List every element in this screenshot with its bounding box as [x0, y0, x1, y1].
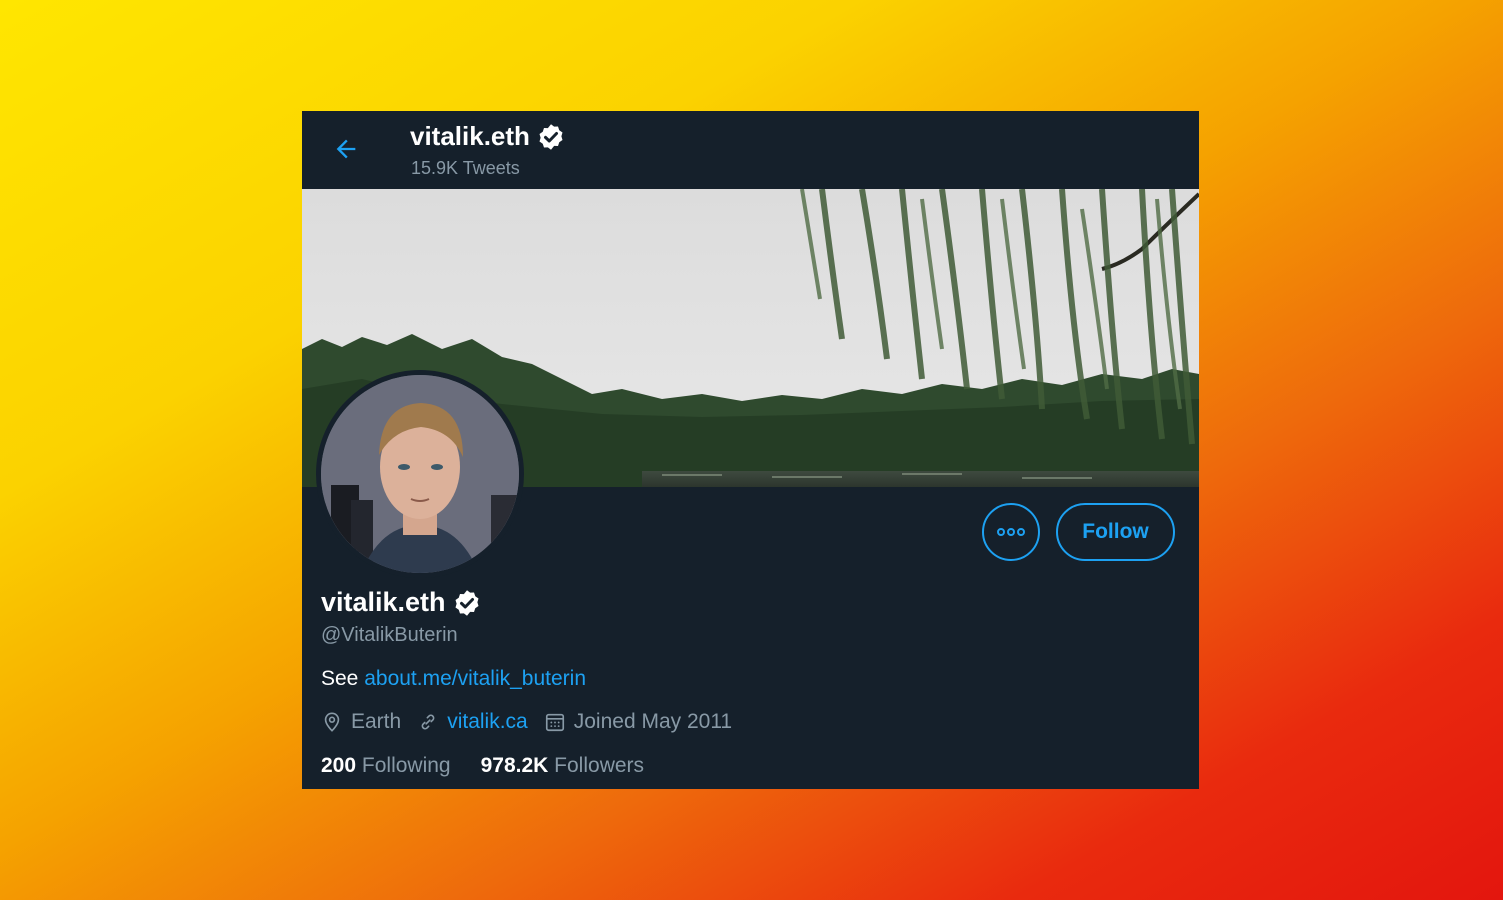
- bio-link[interactable]: about.me/vitalik_buterin: [364, 667, 586, 690]
- profile-card: vitalik.eth 15.9K Tweets Follow vitalik.…: [302, 111, 1199, 789]
- profile-bio: See about.me/vitalik_buterin: [321, 667, 586, 691]
- avatar-photo-image: [321, 375, 519, 573]
- more-options-button[interactable]: [982, 503, 1040, 561]
- header-title: vitalik.eth: [410, 121, 530, 151]
- verified-badge-icon: [455, 589, 479, 616]
- location-pin-icon: [324, 712, 340, 732]
- header-tweet-count: 15.9K Tweets: [411, 158, 520, 178]
- profile-avatar[interactable]: [316, 370, 524, 578]
- following-count: 200: [321, 754, 357, 777]
- header-title-row: vitalik.eth: [410, 121, 566, 152]
- joined-text: Joined May 2011: [573, 710, 733, 733]
- profile-meta-row: Earth vitalik.ca Joined May 2011: [321, 710, 748, 734]
- joined-item: Joined May 2011: [544, 710, 732, 734]
- follow-button[interactable]: Follow: [1056, 503, 1175, 561]
- verified-badge-icon: [539, 123, 563, 150]
- link-icon: [421, 714, 435, 730]
- following-label: Following: [361, 754, 451, 777]
- location-item: Earth: [321, 710, 401, 734]
- profile-display-name: vitalik.eth: [321, 587, 446, 617]
- location-text: Earth: [351, 710, 402, 733]
- calendar-icon: [545, 713, 564, 732]
- profile-header-bar: vitalik.eth 15.9K Tweets: [302, 111, 1199, 189]
- followers-count: 978.2K: [480, 754, 549, 777]
- profile-handle: @VitalikButerin: [321, 624, 458, 646]
- followers-label: Followers: [554, 754, 645, 777]
- followers-stat[interactable]: 978.2K Followers: [481, 754, 644, 778]
- more-options-icon: [997, 528, 1025, 536]
- arrow-left-icon: [336, 139, 356, 159]
- website-link[interactable]: vitalik.ca: [447, 710, 528, 734]
- profile-name-row: vitalik.eth: [321, 587, 482, 618]
- bio-prefix-text: See: [321, 667, 359, 690]
- profile-stats: 200 Following 978.2K Followers: [321, 754, 674, 778]
- website-item: vitalik.ca: [417, 710, 528, 734]
- following-stat[interactable]: 200 Following: [321, 754, 451, 778]
- back-button[interactable]: [328, 131, 364, 167]
